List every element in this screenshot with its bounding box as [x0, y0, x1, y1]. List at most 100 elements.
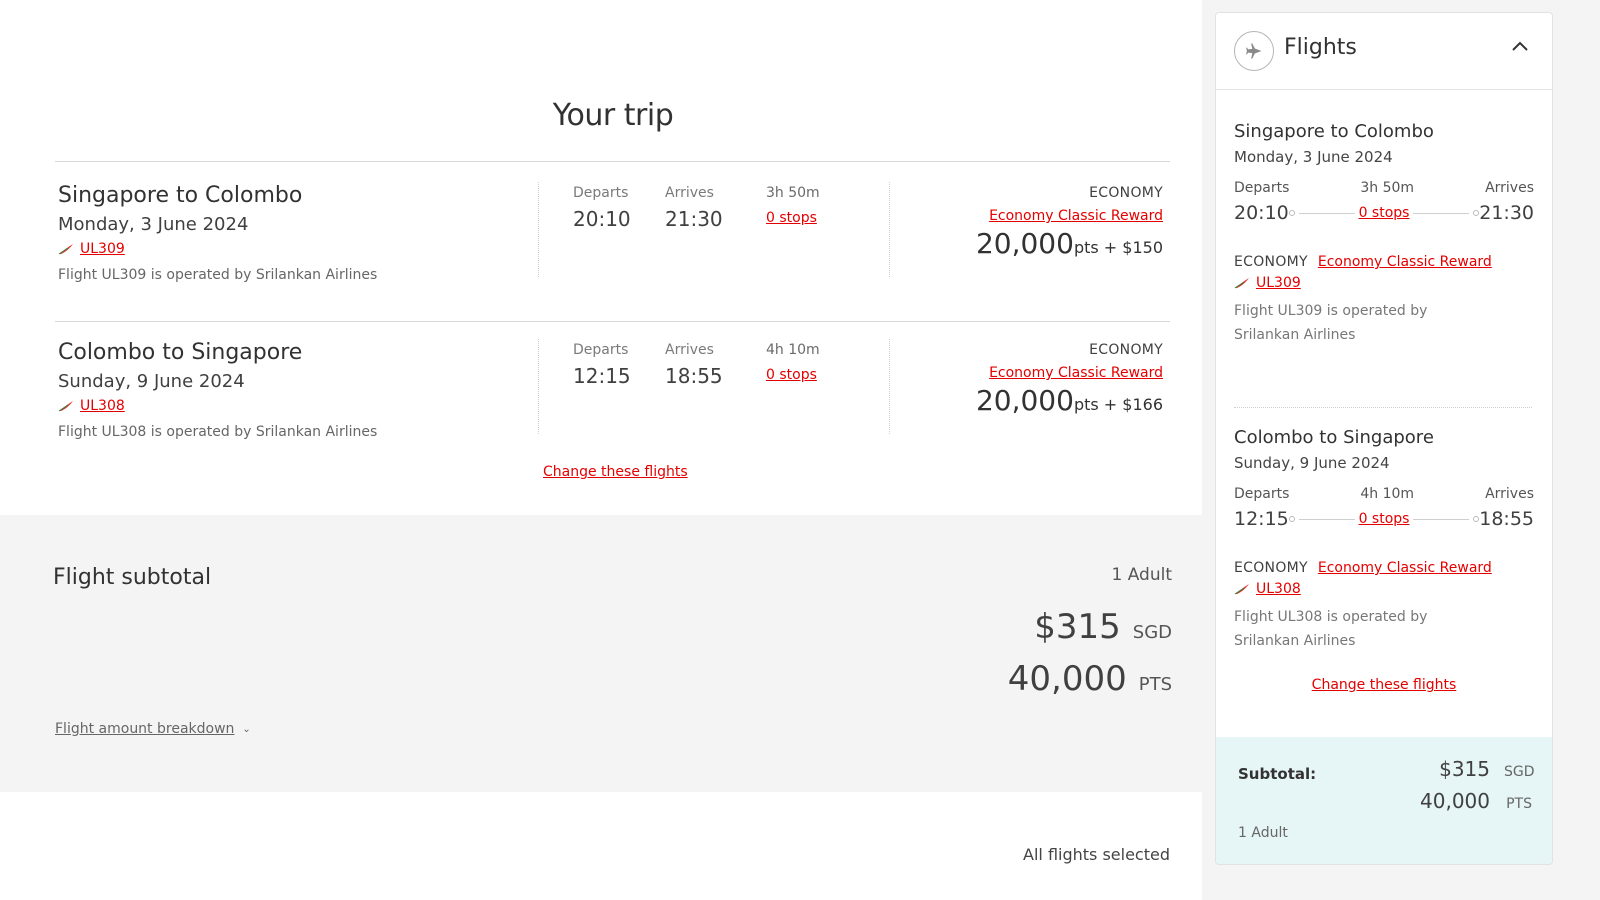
amount-breakdown-toggle[interactable]: Flight amount breakdown ⌄: [55, 721, 251, 737]
arrives-label: Arrives: [665, 342, 714, 358]
fare-type-link[interactable]: Economy Classic Reward: [989, 365, 1163, 381]
panel-header[interactable]: Flights: [1216, 13, 1552, 90]
flight-duration: 4h 10m: [1360, 486, 1415, 502]
divider: [538, 182, 539, 277]
flight-number-link[interactable]: UL309: [80, 241, 125, 257]
page-title: Your trip: [552, 98, 674, 133]
flight-route: Colombo to Singapore: [58, 340, 303, 365]
srilankan-airlines-logo-icon: [1234, 584, 1249, 595]
change-flights-link[interactable]: Change these flights: [1312, 677, 1457, 693]
selection-status: All flights selected: [1023, 845, 1170, 864]
flight-row: Colombo to Singapore Sunday, 9 June 2024…: [55, 321, 1170, 471]
cabin-class: ECONOMY: [1089, 342, 1163, 358]
flight-date: Monday, 3 June 2024: [58, 214, 249, 235]
passenger-count: 1 Adult: [1111, 565, 1172, 585]
fare-type-link[interactable]: Economy Classic Reward: [1318, 560, 1492, 576]
passenger-count: 1 Adult: [1238, 825, 1288, 841]
panel-title: Flights: [1284, 35, 1357, 60]
stops-link[interactable]: 0 stops: [766, 210, 817, 226]
timeline-line: [1298, 518, 1355, 520]
flight-date: Sunday, 9 June 2024: [1234, 454, 1390, 472]
points-unit: PTS: [1138, 674, 1172, 695]
timeline-dot: [1288, 210, 1295, 216]
operated-by: Flight UL309 is operated by Srilankan Ai…: [1234, 303, 1428, 343]
flights-summary-panel: Flights Singapore to Colombo Monday, 3 J…: [1215, 12, 1553, 865]
change-flights-link[interactable]: Change these flights: [543, 464, 688, 480]
timeline-line: [1298, 212, 1355, 214]
departs-label: Departs: [1234, 486, 1290, 502]
departure-time: 20:10: [573, 207, 631, 231]
subtotal-points: 40,000: [1007, 659, 1127, 699]
cabin-class: ECONOMY: [1234, 560, 1308, 576]
flight-date: Monday, 3 June 2024: [1234, 148, 1393, 166]
operated-by: Flight UL308 is operated by Srilankan Ai…: [1234, 609, 1428, 649]
flight-price: 20,000pts + $166: [976, 384, 1163, 417]
srilankan-airlines-logo-icon: [58, 401, 73, 412]
points-cash-suffix: pts + $150: [1073, 238, 1163, 257]
currency-code: SGD: [1504, 764, 1535, 780]
operated-by: Flight UL308 is operated by Srilankan Ai…: [58, 424, 378, 440]
arrival-time: 21:30: [665, 207, 723, 231]
srilankan-airlines-logo-icon: [1234, 278, 1249, 289]
flight-number-link[interactable]: UL309: [1256, 275, 1301, 291]
timeline-dot: [1288, 516, 1295, 522]
departs-label: Departs: [1234, 180, 1290, 196]
breakdown-link[interactable]: Flight amount breakdown: [55, 721, 234, 737]
operated-by: Flight UL309 is operated by Srilankan Ai…: [58, 267, 378, 283]
flight-route: Singapore to Colombo: [1234, 121, 1434, 142]
arrives-label: Arrives: [1485, 486, 1534, 502]
airplane-icon: [1234, 31, 1274, 71]
flight-route: Colombo to Singapore: [1234, 427, 1434, 448]
divider: [55, 161, 1170, 162]
flight-price: 20,000pts + $150: [976, 227, 1163, 260]
fare-type-link[interactable]: Economy Classic Reward: [1318, 254, 1492, 270]
flight-number-link[interactable]: UL308: [1256, 581, 1301, 597]
points-value: 20,000: [975, 384, 1074, 417]
flight-duration: 3h 50m: [1360, 180, 1415, 196]
subtotal-points: 40,000: [1420, 789, 1490, 813]
arrival-time: 18:55: [1479, 508, 1535, 530]
departs-label: Departs: [573, 185, 629, 201]
arrival-time: 21:30: [1479, 202, 1535, 224]
divider: [889, 182, 890, 277]
cabin-class: ECONOMY: [1089, 185, 1163, 201]
arrives-label: Arrives: [1485, 180, 1534, 196]
panel-flight: Singapore to Colombo Monday, 3 June 2024…: [1234, 121, 1534, 347]
chevron-down-icon: ⌄: [242, 723, 251, 735]
timeline-line: [1413, 518, 1470, 520]
chevron-up-icon[interactable]: [1510, 37, 1530, 57]
panel-subtotal: Subtotal: $315 SGD 40,000 PTS 1 Adult: [1216, 737, 1552, 864]
flight-row: Singapore to Colombo Monday, 3 June 2024…: [55, 165, 1170, 315]
flight-number-link[interactable]: UL308: [80, 398, 125, 414]
srilankan-airlines-logo-icon: [58, 244, 73, 255]
timeline-line: [1413, 212, 1470, 214]
currency-code: SGD: [1132, 622, 1172, 643]
divider: [889, 339, 890, 434]
stops-link[interactable]: 0 stops: [1359, 511, 1410, 527]
arrival-time: 18:55: [665, 364, 723, 388]
departure-time: 20:10: [1234, 202, 1289, 224]
divider: [538, 339, 539, 434]
subtotal-amount: $315: [1439, 757, 1490, 781]
flight-date: Sunday, 9 June 2024: [58, 371, 245, 392]
departs-label: Departs: [573, 342, 629, 358]
subtotal-title: Flight subtotal: [53, 565, 212, 590]
divider: [1234, 407, 1532, 408]
points-cash-suffix: pts + $166: [1073, 395, 1163, 414]
subtotal-label: Subtotal:: [1238, 765, 1317, 783]
flight-subtotal-section: Flight subtotal 1 Adult $315 SGD 40,000 PT…: [0, 515, 1202, 792]
panel-flight: Colombo to Singapore Sunday, 9 June 2024…: [1234, 427, 1534, 653]
flight-duration: 3h 50m: [766, 185, 820, 201]
flight-route: Singapore to Colombo: [58, 183, 303, 208]
arrives-label: Arrives: [665, 185, 714, 201]
flight-duration: 4h 10m: [766, 342, 820, 358]
fare-type-link[interactable]: Economy Classic Reward: [989, 208, 1163, 224]
departure-time: 12:15: [573, 364, 631, 388]
subtotal-amount: $315: [1034, 607, 1121, 647]
cabin-class: ECONOMY: [1234, 254, 1308, 270]
points-unit: PTS: [1506, 796, 1532, 812]
stops-link[interactable]: 0 stops: [766, 367, 817, 383]
trip-summary: Your trip Singapore to Colombo Monday, 3…: [0, 0, 1202, 900]
stops-link[interactable]: 0 stops: [1359, 205, 1410, 221]
points-value: 20,000: [975, 227, 1074, 260]
